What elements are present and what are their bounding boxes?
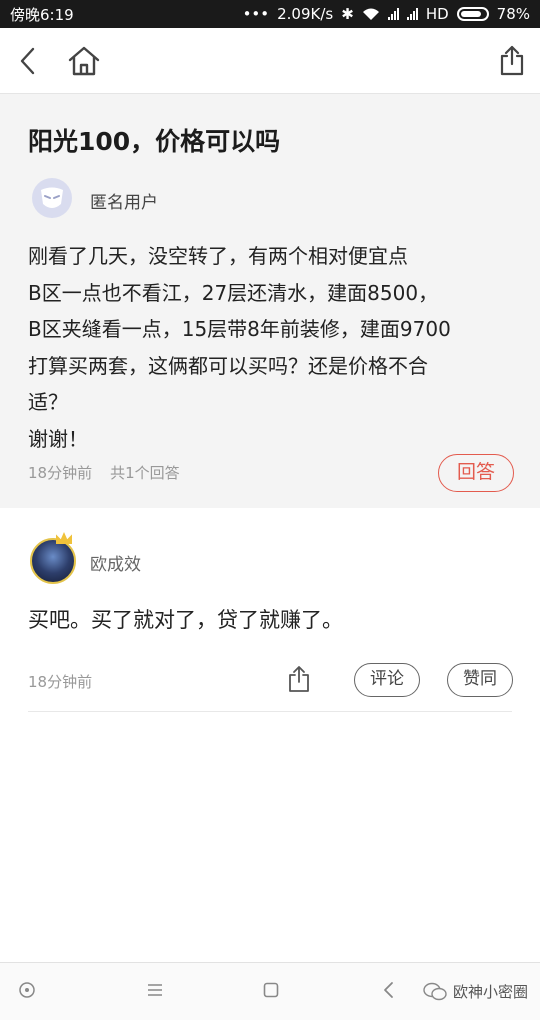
status-hd: HD xyxy=(425,5,449,23)
question-line: B区夹缝看一点，15层带8年前装修，建面9700 xyxy=(28,317,451,341)
wechat-icon xyxy=(423,982,447,1000)
share-icon[interactable] xyxy=(496,44,528,78)
answer-count: 共1个回答 xyxy=(110,464,180,482)
comment-button[interactable]: 评论 xyxy=(354,663,420,697)
answer-time: 18分钟前 xyxy=(28,673,93,691)
question-line: 打算买两套，这俩都可以买吗？还是价格不合 xyxy=(28,353,428,378)
chevron-left-icon[interactable] xyxy=(14,44,42,78)
assistant-icon[interactable] xyxy=(18,981,36,999)
home-icon[interactable] xyxy=(66,44,102,78)
question-line: 适？ xyxy=(28,390,68,414)
question-line: 刚看了几天，没空转了，有两个相对便宜点 xyxy=(28,244,408,268)
question-title: 阳光100，价格可以吗 xyxy=(28,127,281,156)
signal-icon xyxy=(387,8,399,20)
question-username[interactable]: 匿名用户 xyxy=(90,188,158,213)
question-meta: 18分钟前 共1个回答 xyxy=(28,462,180,483)
question-body: 刚看了几天，没空转了，有两个相对便宜点 B区一点也不看江，27层还清水，建面85… xyxy=(28,238,518,457)
battery-icon xyxy=(456,7,489,21)
status-time: 傍晚6:19 xyxy=(10,5,74,24)
bluetooth-icon: ✱ xyxy=(341,5,354,23)
home-button-icon[interactable] xyxy=(262,981,280,999)
divider xyxy=(28,711,512,712)
top-nav xyxy=(0,28,540,94)
crown-icon xyxy=(56,532,72,544)
watermark-text: 欧神小密圈 xyxy=(452,983,528,1001)
like-button[interactable]: 赞同 xyxy=(447,663,513,697)
status-speed: 2.09K/s xyxy=(277,5,334,23)
question-time: 18分钟前 xyxy=(28,464,93,482)
answer-body: 买吧。买了就对了，贷了就赚了。 xyxy=(28,608,343,632)
system-nav-bar: 欧神小密圈 xyxy=(0,962,540,1020)
share-icon[interactable] xyxy=(286,664,312,694)
question-line: 谢谢！ xyxy=(28,426,88,451)
signal-icon-2 xyxy=(406,8,418,20)
question-card: 阳光100，价格可以吗 匿名用户 刚看了几天，没空转了，有两个相对便宜点 B区一… xyxy=(0,94,540,508)
wifi-icon xyxy=(362,8,379,20)
status-dots: ••• xyxy=(242,5,270,23)
status-bar: 傍晚6:19 ••• 2.09K/s ✱ HD 78% xyxy=(0,0,540,28)
back-button-icon[interactable] xyxy=(380,981,398,999)
menu-icon[interactable] xyxy=(146,981,164,999)
avatar[interactable] xyxy=(30,538,76,584)
anonymous-avatar[interactable] xyxy=(32,178,72,218)
mask-icon xyxy=(41,187,63,208)
answer-username[interactable]: 欧成效 xyxy=(90,550,141,575)
question-line: B区一点也不看江，27层还清水，建面8500， xyxy=(28,280,439,305)
battery-level: 78% xyxy=(496,5,530,23)
watermark: 欧神小密圈 xyxy=(423,981,528,1002)
answer-button[interactable]: 回答 xyxy=(438,454,514,492)
